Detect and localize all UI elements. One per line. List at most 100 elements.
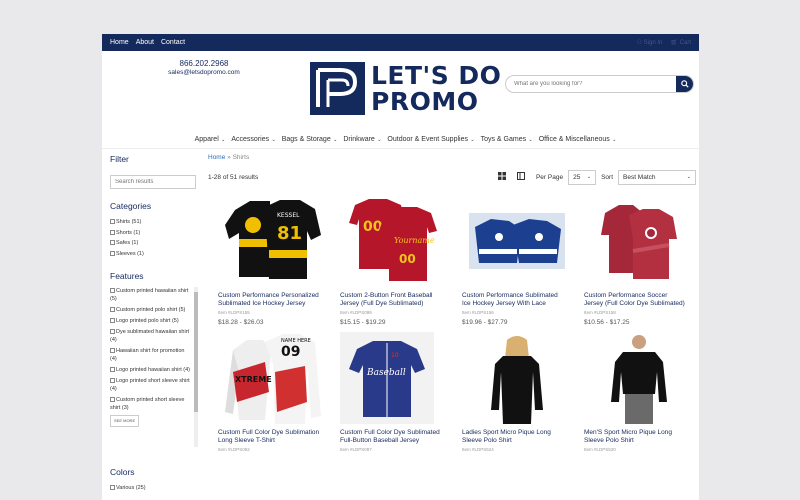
product-image[interactable]: 00 Yourname 00 <box>340 195 450 287</box>
product-image[interactable] <box>584 332 694 424</box>
product-card[interactable]: Custom Performance Soccer Jersey (Full C… <box>574 195 692 326</box>
product-image[interactable]: 81 KESSEL <box>218 195 328 287</box>
product-name[interactable]: Ladies Sport Micro Pique Long Sleeve Pol… <box>452 429 570 445</box>
grid-view-icon[interactable] <box>497 172 506 182</box>
checkbox[interactable] <box>110 485 115 490</box>
checkbox[interactable] <box>110 329 115 334</box>
feature-option[interactable]: Custom printed short sleeve shirt (3) <box>110 396 192 412</box>
feature-option[interactable]: Logo printed short sleeve shirt (4) <box>110 377 192 393</box>
product-card[interactable]: 81 KESSEL Custom Performance Personalize… <box>208 195 326 326</box>
results-count: 1-28 of 51 results <box>208 173 259 181</box>
colors-heading: Colors <box>110 467 135 477</box>
contact-link[interactable]: Contact <box>161 39 185 46</box>
checkbox[interactable] <box>110 288 115 293</box>
product-image[interactable] <box>584 195 694 287</box>
product-card[interactable]: Custom Performance Sublimated Ice Hockey… <box>452 195 570 326</box>
sign-in-link[interactable]: ⚇ Sign In <box>637 39 663 46</box>
feature-option[interactable]: Custom printed polo shirt (5) <box>110 306 192 314</box>
chevron-down-icon: ⌄ <box>331 137 338 143</box>
email-address[interactable]: sales@letsdopromo.com <box>164 69 244 76</box>
svg-text:00: 00 <box>399 252 416 266</box>
scroll-thumb[interactable] <box>194 292 198 412</box>
phone-number[interactable]: 866.202.2968 <box>164 59 244 68</box>
category-option[interactable]: Safes (1) <box>110 238 198 249</box>
product-image[interactable]: Baseball 10 <box>340 332 434 424</box>
contact-block: 866.202.2968 sales@letsdopromo.com <box>164 59 244 76</box>
checkbox[interactable] <box>110 397 115 402</box>
checkbox[interactable] <box>110 307 115 312</box>
product-card[interactable]: Ladies Sport Micro Pique Long Sleeve Pol… <box>452 332 570 456</box>
breadcrumb-home[interactable]: Home <box>208 154 225 161</box>
nav-office-misc[interactable]: Office & Miscellaneous ⌄ <box>539 136 617 143</box>
checkbox[interactable] <box>110 240 115 245</box>
list-view-icon[interactable] <box>516 172 525 182</box>
svg-text:81: 81 <box>277 223 302 244</box>
home-link[interactable]: Home <box>110 39 129 46</box>
product-item-number: Item #LDPS520 <box>584 447 616 452</box>
product-name[interactable]: Custom Full Color Dye Sublimated Full-Bu… <box>330 429 448 445</box>
feature-option[interactable]: Logo printed polo shirt (5) <box>110 317 192 325</box>
product-image[interactable]: XTREME 09 NAME HERE <box>218 332 328 424</box>
about-link[interactable]: About <box>136 39 154 46</box>
browser-page: Home About Contact ⚇ Sign In 🛒︎ Cart 866… <box>102 34 699 500</box>
svg-text:KESSEL: KESSEL <box>277 212 300 219</box>
checkbox[interactable] <box>110 367 115 372</box>
results-toolbar: 1-28 of 51 results Per Page 25 ⌄ Sort Bes… <box>208 169 696 185</box>
per-page-select[interactable]: 25 ⌄ <box>568 169 597 185</box>
chevron-down-icon: ⌄ <box>586 174 592 180</box>
features-scrollbar[interactable] <box>194 287 198 447</box>
sort-label: Sort <box>601 173 613 181</box>
nav-bags-storage[interactable]: Bags & Storage ⌄ <box>282 136 338 143</box>
cart-icon: 🛒︎ <box>670 40 678 46</box>
svg-text:NAME HERE: NAME HERE <box>281 338 311 344</box>
product-image[interactable] <box>462 332 572 424</box>
chevron-down-icon: ⌄ <box>686 174 691 180</box>
product-name[interactable]: Custom Performance Sublimated Ice Hockey… <box>452 292 570 308</box>
product-name[interactable]: Custom 2-Button Front Baseball Jersey (F… <box>330 292 448 308</box>
category-option[interactable]: Shorts (1) <box>110 228 198 239</box>
svg-text:00: 00 <box>363 219 383 235</box>
nav-outdoor-event[interactable]: Outdoor & Event Supplies ⌄ <box>387 136 474 143</box>
checkbox[interactable] <box>110 219 115 224</box>
product-name[interactable]: Custom Performance Soccer Jersey (Full C… <box>574 292 692 308</box>
checkbox[interactable] <box>110 348 115 353</box>
search-button[interactable] <box>676 76 693 92</box>
svg-text:09: 09 <box>281 344 300 360</box>
color-option[interactable]: Various (25) <box>110 483 198 494</box>
product-card[interactable]: Men'S Sport Micro Pique Long Sleeve Polo… <box>574 332 692 456</box>
product-image[interactable] <box>462 195 572 287</box>
feature-option[interactable]: Hawaiian shirt for promotion (4) <box>110 347 192 363</box>
checkbox[interactable] <box>110 229 115 235</box>
checkbox[interactable] <box>110 250 115 256</box>
filter-search-input[interactable] <box>110 175 196 189</box>
search-input[interactable] <box>506 81 676 87</box>
product-card[interactable]: 00 Yourname 00 Custom 2-Button Front Bas… <box>330 195 448 326</box>
product-card[interactable]: XTREME 09 NAME HERE Custom Full Color Dy… <box>208 332 326 456</box>
user-icon: ⚇ <box>636 40 642 46</box>
product-name[interactable]: Custom Full Color Dye Sublimation Long S… <box>208 429 326 445</box>
nav-apparel[interactable]: Apparel ⌄ <box>195 136 226 143</box>
results-area: Home » Shirts 1-28 of 51 results Per Pag… <box>208 154 696 456</box>
category-option[interactable]: Sleeves (1) <box>110 249 198 260</box>
feature-option[interactable]: Dye sublimated hawaiian shirt (4) <box>110 328 192 344</box>
logo-line-2: PROMO <box>371 86 479 116</box>
nav-toys-games[interactable]: Toys & Games ⌄ <box>481 136 533 143</box>
feature-option[interactable]: Custom printed hawaiian shirt (5) <box>110 287 192 303</box>
search-icon <box>680 80 689 88</box>
sort-select[interactable]: Best Match ⌄ <box>618 169 696 185</box>
site-logo[interactable]: LET'S DO PROMO <box>310 62 501 115</box>
product-name[interactable]: Men'S Sport Micro Pique Long Sleeve Polo… <box>574 429 692 445</box>
nav-drinkware[interactable]: Drinkware ⌄ <box>343 136 381 143</box>
cart-link[interactable]: 🛒︎ Cart <box>670 39 691 46</box>
nav-accessories[interactable]: Accessories ⌄ <box>231 136 275 143</box>
see-more-button[interactable]: SEE MORE <box>110 415 140 427</box>
product-name[interactable]: Custom Performance Personalized Sublimat… <box>208 292 326 308</box>
product-item-number: Item #LDPS524 <box>462 447 494 452</box>
product-card[interactable]: Baseball 10 Custom Full Color Dye Sublim… <box>330 332 448 456</box>
svg-text:Baseball: Baseball <box>366 368 406 378</box>
category-option[interactable]: Shirts (51) <box>110 217 198 228</box>
checkbox[interactable] <box>110 378 115 383</box>
feature-option[interactable]: Logo printed hawaiian shirt (4) <box>110 366 192 374</box>
checkbox[interactable] <box>110 318 115 323</box>
svg-text:XTREME: XTREME <box>235 375 272 384</box>
